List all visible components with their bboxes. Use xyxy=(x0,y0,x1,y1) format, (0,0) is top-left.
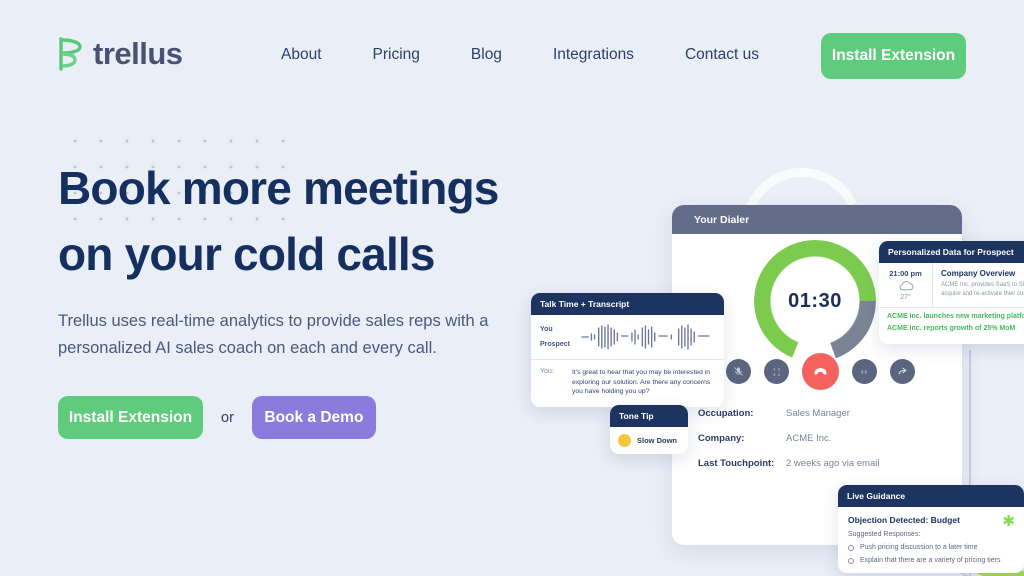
suggested-response-option[interactable]: Explain that there are a variety of pric… xyxy=(848,557,1014,564)
speaker-prospect-label: Prospect xyxy=(540,341,570,348)
live-guidance-body: ✱ Objection Detected: Budget Suggested R… xyxy=(838,507,1024,573)
transcript-speakers: You Prospect xyxy=(540,322,580,352)
radio-icon[interactable] xyxy=(848,557,854,564)
talk-time-transcript-card: Talk Time + Transcript You Prospect You:… xyxy=(531,293,724,407)
suggested-response-text: Push pricing discussion to a later time xyxy=(860,544,978,551)
cloud-icon xyxy=(899,280,913,291)
live-guidance-title: Live Guidance xyxy=(838,485,1024,507)
dialer-controls: 1234 0.0 xyxy=(726,353,915,390)
news-item[interactable]: ACME Inc. reports growth of 25% MoM xyxy=(887,325,1024,332)
suggested-response-option[interactable]: Push pricing discussion to a later time xyxy=(848,544,1014,551)
detail-value: ACME Inc. xyxy=(786,433,832,444)
keypad-icon[interactable]: 1234 xyxy=(764,359,789,384)
detail-label: Company: xyxy=(698,433,745,444)
prospect-details: Occupation: Sales Manager Company: ACME … xyxy=(698,408,948,483)
tone-tip-title: Tone Tip xyxy=(610,405,688,427)
detail-row-last-touchpoint: Last Touchpoint: 2 weeks ago via email xyxy=(698,458,948,469)
personalized-data-top: 21:00 pm 27° Company Overview ACME Inc. … xyxy=(879,263,1024,308)
transcript-card-title: Talk Time + Transcript xyxy=(531,293,724,315)
svg-text:3: 3 xyxy=(773,372,775,376)
transfer-icon[interactable] xyxy=(890,359,915,384)
tone-indicator-icon xyxy=(618,434,631,447)
call-timer-value: 01:30 xyxy=(788,289,842,312)
company-overview-block: Company Overview ACME Inc. provides SaaS… xyxy=(933,263,1024,307)
detail-label: Occupation: xyxy=(698,408,754,419)
detail-value: Sales Manager xyxy=(786,408,850,419)
local-time: 21:00 pm xyxy=(889,269,922,278)
svg-text:2: 2 xyxy=(777,367,779,371)
tone-tip-body: Slow Down xyxy=(610,427,688,454)
suggested-responses-label: Suggested Responses: xyxy=(848,531,921,538)
company-overview-text: ACME Inc. provides SaaS to SMBs to acqui… xyxy=(941,282,1024,297)
temperature: 27° xyxy=(900,294,911,301)
transcript-quote-speaker: You: xyxy=(540,368,554,375)
transcript-quote-text: It's great to hear that you may be inter… xyxy=(572,369,711,395)
suggested-response-text: Explain that there are a variety of pric… xyxy=(860,557,1001,564)
personalized-data-card: Personalized Data for Prospect 21:00 pm … xyxy=(879,241,1024,344)
detail-row-company: Company: ACME Inc. xyxy=(698,433,948,444)
transcript-quote-row: You: It's great to hear that you may be … xyxy=(531,360,724,407)
svg-text:1: 1 xyxy=(773,367,775,371)
hangup-icon[interactable] xyxy=(802,353,839,390)
mute-icon[interactable] xyxy=(726,359,751,384)
sparkle-icon: ✱ xyxy=(1002,513,1015,530)
news-item[interactable]: ACME Inc. launches new marketing platfor… xyxy=(887,313,1024,320)
radio-icon[interactable] xyxy=(848,544,854,551)
svg-text:4: 4 xyxy=(777,372,779,376)
company-overview-title: Company Overview xyxy=(941,269,1016,278)
call-timer-ring: 01:30 xyxy=(754,240,876,362)
live-guidance-card: Live Guidance ✱ Objection Detected: Budg… xyxy=(838,485,1024,573)
dialer-title: Your Dialer xyxy=(694,213,750,226)
dialer-titlebar: Your Dialer xyxy=(672,205,962,234)
tone-tip-label: Slow Down xyxy=(637,436,677,445)
detail-label: Last Touchpoint: xyxy=(698,458,775,469)
detail-row-occupation: Occupation: Sales Manager xyxy=(698,408,948,419)
svg-text:0.0: 0.0 xyxy=(860,369,867,374)
personalized-data-title: Personalized Data for Prospect xyxy=(879,241,1024,263)
company-news-list: ACME Inc. launches new marketing platfor… xyxy=(879,308,1024,344)
transcript-waveform-row: You Prospect xyxy=(531,315,724,360)
detail-value: 2 weeks ago via email xyxy=(786,458,880,469)
product-mockup: Your Dialer 01:30 1234 0.0 Occupation: S… xyxy=(0,0,1024,576)
record-icon[interactable]: 0.0 xyxy=(852,359,877,384)
speaker-you-label: You xyxy=(540,326,553,333)
objection-detected-text: Objection Detected: Budget xyxy=(848,515,960,525)
weather-block: 21:00 pm 27° xyxy=(879,263,933,307)
tone-tip-card: Tone Tip Slow Down xyxy=(610,405,688,454)
waveform-icon xyxy=(581,324,710,350)
landing-page: trellus About Pricing Blog Integrations … xyxy=(0,0,1024,576)
